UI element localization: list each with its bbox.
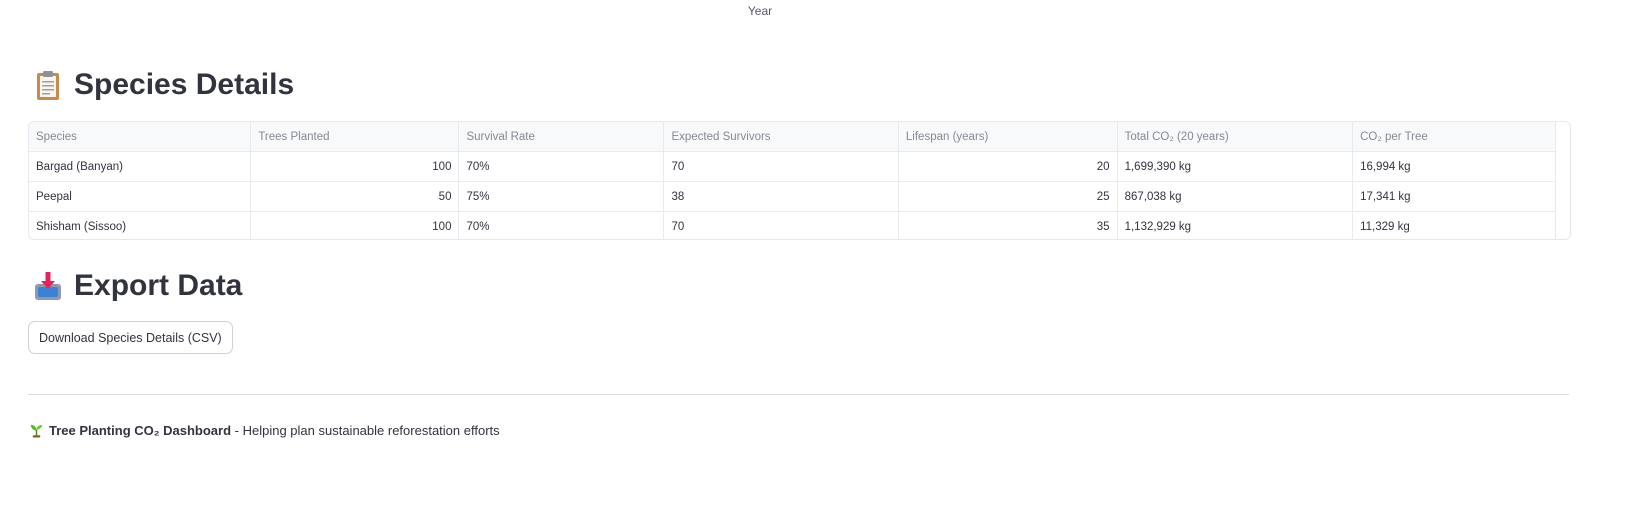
table-row: Shisham (Sissoo) 100 70% 70 35 1,132,929… xyxy=(29,211,1556,239)
column-header[interactable]: Total CO₂ (20 years) xyxy=(1117,122,1354,152)
table-cell[interactable]: 1,699,390 kg xyxy=(1117,151,1354,182)
table-header-row: Species Trees Planted Survival Rate Expe… xyxy=(29,122,1556,152)
table-cell[interactable]: 38 xyxy=(663,181,899,212)
footer: Tree Planting CO₂ Dashboard - Helping pl… xyxy=(29,423,500,438)
column-header[interactable]: Expected Survivors xyxy=(663,122,899,152)
table-cell[interactable]: Bargad (Banyan) xyxy=(29,151,252,182)
table-cell[interactable]: 20 xyxy=(898,151,1118,182)
species-table[interactable]: Species Trees Planted Survival Rate Expe… xyxy=(28,121,1571,240)
column-header[interactable]: CO₂ per Tree xyxy=(1352,122,1556,152)
table-cell[interactable]: 70 xyxy=(663,211,899,239)
table-cell[interactable]: 17,341 kg xyxy=(1352,181,1556,212)
table-row: Bargad (Banyan) 100 70% 70 20 1,699,390 … xyxy=(29,151,1556,182)
table-cell[interactable]: 100 xyxy=(250,211,460,239)
column-header[interactable]: Survival Rate xyxy=(458,122,665,152)
divider xyxy=(28,394,1569,395)
table-cell[interactable]: Peepal xyxy=(29,181,252,212)
footer-title: Tree Planting CO₂ Dashboard xyxy=(49,423,232,438)
clipboard-icon xyxy=(32,69,64,101)
table-row: Peepal 50 75% 38 25 867,038 kg 17,341 kg xyxy=(29,181,1556,212)
table-cell[interactable]: 50 xyxy=(250,181,460,212)
table-cell[interactable]: 25 xyxy=(898,181,1118,212)
column-header[interactable]: Lifespan (years) xyxy=(898,122,1118,152)
inbox-tray-icon xyxy=(32,270,64,302)
table-cell[interactable]: 70% xyxy=(458,211,665,239)
table-cell[interactable]: 11,329 kg xyxy=(1352,211,1556,239)
chart-x-axis-label: Year xyxy=(747,4,773,18)
column-header[interactable]: Trees Planted xyxy=(250,122,460,152)
dashboard-page: Year Species Details Species Trees Plant… xyxy=(0,0,1645,514)
download-csv-button[interactable]: Download Species Details (CSV) xyxy=(28,321,233,354)
table-cell[interactable]: 70 xyxy=(663,151,899,182)
footer-tagline: - Helping plan sustainable reforestation… xyxy=(231,423,500,438)
table-cell[interactable]: Shisham (Sissoo) xyxy=(29,211,252,239)
export-data-heading: Export Data xyxy=(32,269,242,303)
table-cell[interactable]: 70% xyxy=(458,151,665,182)
column-header[interactable]: Species xyxy=(29,122,252,152)
table-cell[interactable]: 16,994 kg xyxy=(1352,151,1556,182)
table-cell[interactable]: 1,132,929 kg xyxy=(1117,211,1354,239)
seedling-icon xyxy=(29,423,44,438)
table-cell[interactable]: 867,038 kg xyxy=(1117,181,1354,212)
export-data-title: Export Data xyxy=(74,269,243,302)
species-details-heading: Species Details xyxy=(32,68,294,102)
table-cell[interactable]: 100 xyxy=(250,151,460,182)
table-cell[interactable]: 75% xyxy=(458,181,665,212)
species-details-title: Species Details xyxy=(74,68,295,101)
table-cell[interactable]: 35 xyxy=(898,211,1118,239)
